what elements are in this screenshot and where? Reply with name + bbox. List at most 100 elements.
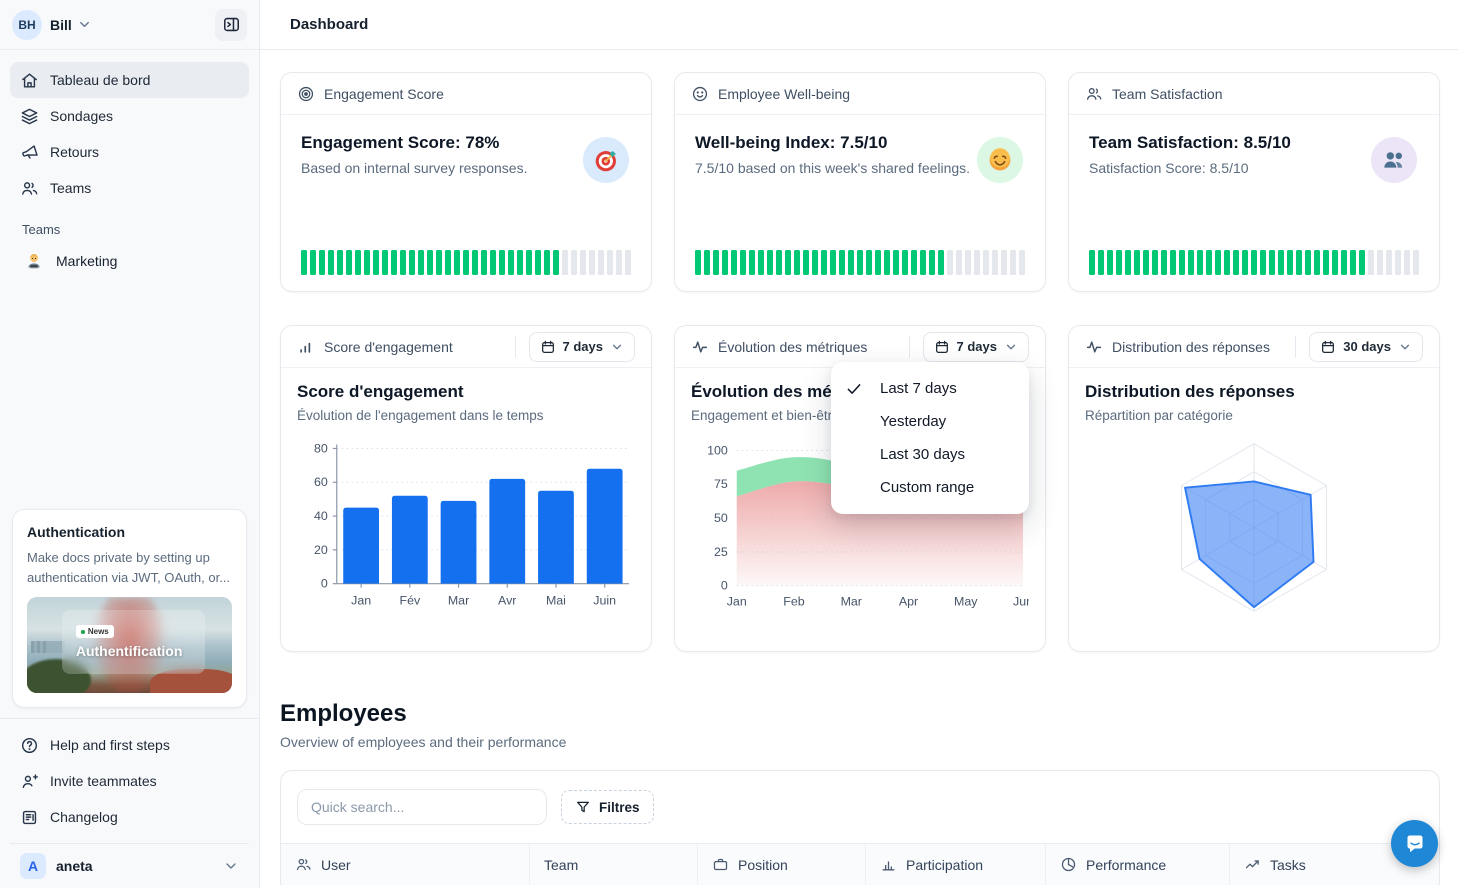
period-label: 7 days bbox=[563, 339, 603, 354]
chart-panel-label: Score d'engagement bbox=[324, 339, 453, 355]
svg-text:50: 50 bbox=[714, 511, 728, 525]
chart-header-right: 7 days bbox=[515, 332, 635, 362]
menu-item-label: Last 7 days bbox=[880, 380, 957, 397]
divider bbox=[909, 336, 910, 358]
column-header-performance[interactable]: Performance bbox=[1045, 844, 1229, 885]
chevron-down-icon bbox=[223, 858, 239, 874]
activity-icon bbox=[1085, 338, 1103, 356]
sidebar-item-label: Teams bbox=[50, 180, 91, 196]
period-label: 7 days bbox=[957, 339, 997, 354]
employees-subtitle: Overview of employees and their performa… bbox=[280, 734, 1440, 750]
user-avatar[interactable]: BH bbox=[12, 10, 42, 40]
svg-text:Mai: Mai bbox=[546, 594, 566, 608]
promo-title: Authentication bbox=[27, 524, 232, 540]
menu-item-last-7-days[interactable]: Last 7 days bbox=[831, 372, 1029, 405]
svg-text:Mar: Mar bbox=[448, 594, 469, 608]
sidebar-item-sondages[interactable]: Sondages bbox=[10, 98, 249, 134]
sidebar-item-tableau-de-bord[interactable]: Tableau de bord bbox=[10, 62, 249, 98]
layers-icon bbox=[20, 107, 39, 126]
chart-subtitle: Évolution de l'engagement dans le temps bbox=[297, 408, 635, 423]
technologist-emoji-icon bbox=[24, 251, 44, 271]
search-input[interactable] bbox=[297, 789, 547, 825]
chat-bubble-icon bbox=[1403, 832, 1427, 856]
user-name[interactable]: Bill bbox=[50, 17, 72, 33]
sidebar-item-changelog[interactable]: Changelog bbox=[10, 799, 249, 835]
kpi-title: Engagement Score: 78% bbox=[301, 133, 631, 153]
period-selector-button[interactable]: 7 days bbox=[529, 332, 635, 362]
kpi-body: Well-being Index: 7.5/10 7.5/10 based on… bbox=[675, 115, 1045, 291]
svg-text:Feb: Feb bbox=[783, 595, 804, 609]
chart-body: Score d'engagement Évolution de l'engage… bbox=[281, 368, 651, 623]
sidebar-item-label: Changelog bbox=[50, 809, 118, 825]
chart-card-engagement: Score d'engagement 7 days Score d'engage… bbox=[280, 325, 652, 652]
kpi-card-header: Employee Well-being bbox=[675, 73, 1045, 115]
column-header-team[interactable]: Team bbox=[529, 844, 697, 885]
workspace-switcher[interactable]: A aneta bbox=[10, 843, 249, 888]
chevron-down-icon bbox=[1004, 340, 1018, 354]
promo-image-overlay-card: News Authentification bbox=[62, 610, 206, 673]
column-header-position[interactable]: Position bbox=[697, 844, 865, 885]
employees-toolbar: Filtres bbox=[281, 771, 1439, 843]
sidebar-item-help[interactable]: Help and first steps bbox=[10, 727, 249, 763]
column-header-participation[interactable]: Participation bbox=[865, 844, 1045, 885]
column-label: Position bbox=[738, 857, 788, 873]
chevron-down-icon[interactable] bbox=[77, 17, 92, 32]
promo-description: Make docs private by setting up authenti… bbox=[27, 548, 232, 587]
svg-text:Jan: Jan bbox=[351, 594, 371, 608]
svg-text:20: 20 bbox=[314, 543, 328, 557]
news-badge-dot bbox=[81, 630, 85, 634]
workspace-name: aneta bbox=[56, 858, 93, 874]
chart-header-right: 7 days bbox=[909, 332, 1029, 362]
sidebar-item-teams[interactable]: Teams bbox=[10, 170, 249, 206]
megaphone-icon bbox=[20, 143, 39, 162]
smiling-face-icon bbox=[987, 147, 1013, 173]
activity-icon bbox=[691, 338, 709, 356]
page-title: Dashboard bbox=[290, 16, 368, 33]
period-selector-button[interactable]: 30 days bbox=[1309, 332, 1423, 362]
svg-text:40: 40 bbox=[314, 509, 328, 523]
content: Engagement Score Engagement Score: 78% B… bbox=[260, 50, 1458, 888]
progress-bar bbox=[1089, 250, 1419, 275]
svg-text:Fév: Fév bbox=[399, 594, 420, 608]
column-header-user[interactable]: User bbox=[281, 844, 529, 885]
period-label: 30 days bbox=[1343, 339, 1391, 354]
progress-bar bbox=[695, 250, 1025, 275]
sidebar-item-retours[interactable]: Retours bbox=[10, 134, 249, 170]
team-item-label: Marketing bbox=[56, 253, 117, 269]
sidebar-spacer bbox=[0, 279, 259, 499]
chart-card-header: Score d'engagement 7 days bbox=[281, 326, 651, 368]
employees-card: Filtres User Team Position Participation bbox=[280, 770, 1440, 885]
promo-card-authentication[interactable]: Authentication Make docs private by sett… bbox=[12, 509, 247, 708]
column-label: Participation bbox=[906, 857, 983, 873]
menu-item-yesterday[interactable]: Yesterday bbox=[831, 405, 1029, 438]
funnel-icon bbox=[575, 799, 591, 815]
chart-card-distribution: Distribution des réponses 30 days Distri… bbox=[1068, 325, 1440, 652]
progress-bar bbox=[301, 250, 631, 275]
kpi-title: Team Satisfaction: 8.5/10 bbox=[1089, 133, 1419, 153]
kpi-card-header: Team Satisfaction bbox=[1069, 73, 1439, 115]
sidebar-collapse-button[interactable] bbox=[215, 9, 247, 41]
chat-launcher-button[interactable] bbox=[1391, 820, 1438, 867]
employees-header: Employees Overview of employees and thei… bbox=[280, 700, 1440, 750]
sidebar-item-marketing[interactable]: Marketing bbox=[10, 243, 249, 279]
filters-button[interactable]: Filtres bbox=[561, 790, 654, 824]
svg-text:100: 100 bbox=[707, 443, 728, 457]
menu-item-last-30-days[interactable]: Last 30 days bbox=[831, 438, 1029, 471]
changelog-icon bbox=[20, 808, 39, 827]
menu-item-label: Yesterday bbox=[880, 413, 946, 430]
kpi-subtitle: Based on internal survey responses. bbox=[301, 160, 631, 176]
main-area: Dashboard Engagement Score Engagement Sc… bbox=[260, 0, 1458, 888]
sidebar-item-invite[interactable]: Invite teammates bbox=[10, 763, 249, 799]
svg-text:Apr: Apr bbox=[899, 595, 918, 609]
radar-chart-svg bbox=[1085, 433, 1423, 623]
kpi-header-label: Team Satisfaction bbox=[1112, 86, 1223, 102]
chart-header-right: 30 days bbox=[1295, 332, 1423, 362]
promo-image[interactable]: News Authentification bbox=[27, 597, 232, 693]
target-icon bbox=[297, 85, 315, 103]
kpi-body: Team Satisfaction: 8.5/10 Satisfaction S… bbox=[1069, 115, 1439, 291]
period-dropdown-menu: Last 7 days Yesterday Last 30 days Custo… bbox=[831, 362, 1029, 514]
period-selector-button[interactable]: 7 days bbox=[923, 332, 1029, 362]
menu-item-custom-range[interactable]: Custom range bbox=[831, 471, 1029, 504]
chart-title: Distribution des réponses bbox=[1085, 382, 1423, 402]
sidebar-header: BH Bill bbox=[0, 0, 259, 50]
